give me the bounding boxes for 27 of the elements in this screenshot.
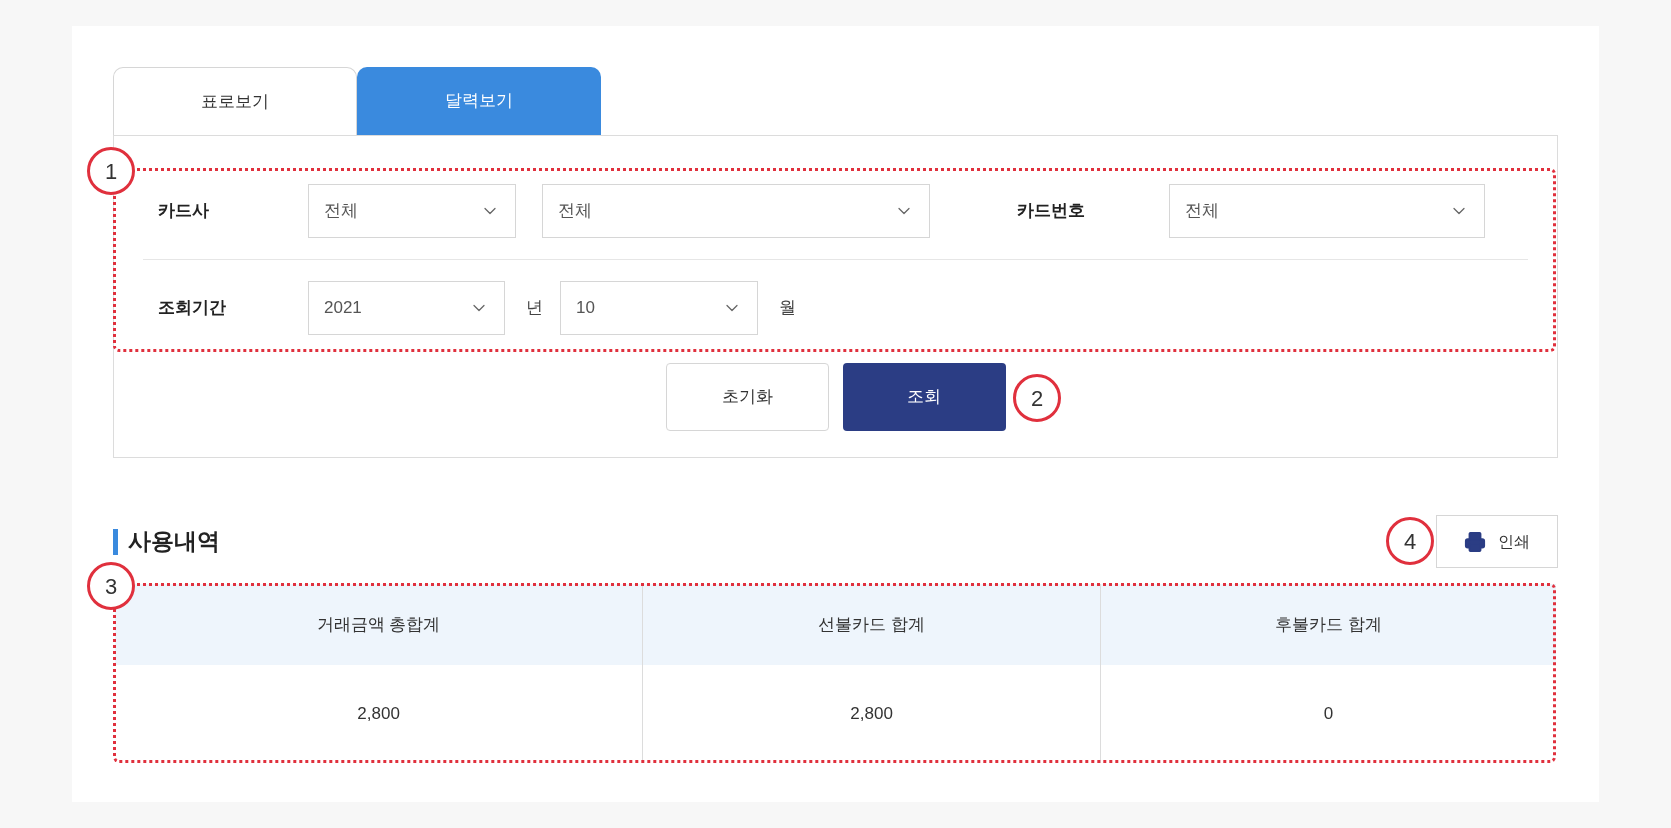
table-cell: 2,800: [115, 665, 643, 763]
unit-label: 월: [779, 297, 797, 320]
section-title: 사용내역: [128, 527, 220, 557]
annotation-marker: 2: [1013, 374, 1061, 422]
annotation-marker: 4: [1386, 517, 1434, 565]
select-dropdown[interactable]: 전체: [1169, 184, 1485, 238]
annotation-marker: 3: [87, 562, 135, 610]
unit-label: 년: [526, 297, 544, 320]
title-accent-bar: [113, 528, 118, 555]
column-header: 선불카드 합계: [642, 584, 1101, 665]
select-dropdown[interactable]: 전체: [542, 184, 930, 238]
select-dropdown[interactable]: 10: [560, 281, 758, 335]
reset-button[interactable]: 초기화: [665, 363, 829, 431]
filter-label: 카드사: [158, 200, 210, 223]
column-header: 거래금액 총합계: [115, 584, 643, 665]
select-dropdown[interactable]: 전체: [308, 184, 516, 238]
annotation-marker: 1: [87, 147, 135, 195]
filter-label: 카드번호: [1017, 200, 1086, 223]
search-button[interactable]: 조회: [842, 363, 1006, 431]
filter-label: 조회기간: [158, 297, 227, 320]
tab[interactable]: 표로보기: [113, 67, 357, 135]
table-cell: 0: [1100, 665, 1556, 763]
select-dropdown[interactable]: 2021: [308, 281, 505, 335]
print-button[interactable]: 인쇄: [1436, 515, 1558, 568]
tab[interactable]: 달력보기: [357, 67, 601, 135]
table-cell: 2,800: [642, 665, 1101, 763]
column-header: 후불카드 합계: [1100, 584, 1556, 665]
